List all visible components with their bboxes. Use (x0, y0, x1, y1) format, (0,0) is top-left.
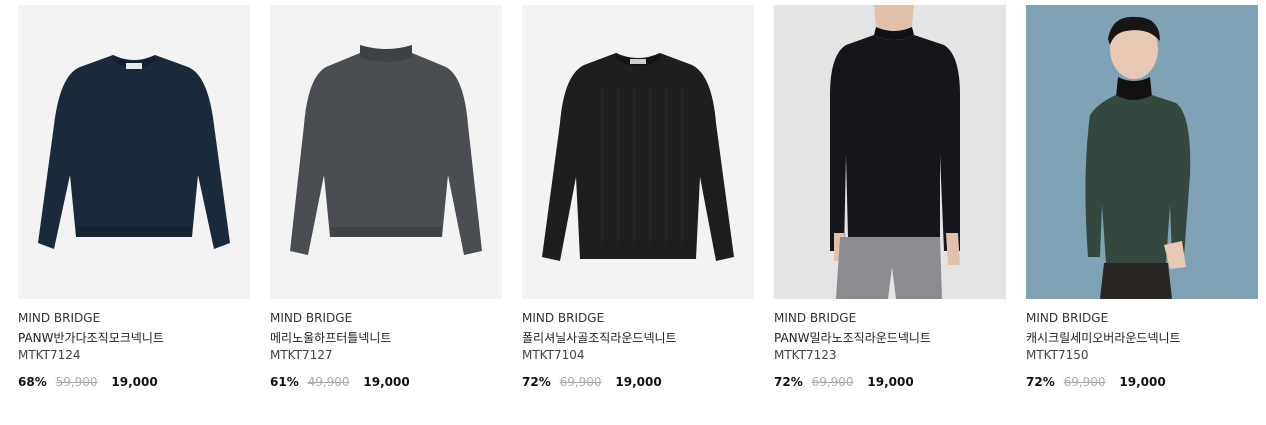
product-card[interactable]: MIND BRIDGE PANW밀라노조직라운드넥니트 MTKT7123 72%… (774, 5, 1006, 405)
product-image[interactable] (522, 5, 754, 299)
price-row: 72% 69,900 19,000 (774, 375, 914, 393)
product-image[interactable] (18, 5, 250, 299)
discount-rate: 68% (18, 375, 47, 389)
product-brand: MIND BRIDGE (270, 311, 353, 325)
discount-rate: 72% (1026, 375, 1055, 389)
product-name[interactable]: 폴리셔닐사골조직라운드넥니트 (522, 329, 677, 346)
product-card[interactable]: MIND BRIDGE 캐시크릴세미오버라운드넥니트 MTKT7150 72% … (1026, 5, 1258, 405)
product-image[interactable] (1026, 5, 1258, 299)
product-brand: MIND BRIDGE (522, 311, 605, 325)
product-card[interactable]: MIND BRIDGE 메리노울하프터틀넥니트 MTKT7127 61% 49,… (270, 5, 502, 405)
product-brand: MIND BRIDGE (18, 311, 101, 325)
sale-price: 19,000 (867, 375, 914, 389)
product-name[interactable]: 메리노울하프터틀넥니트 (270, 329, 391, 346)
product-brand: MIND BRIDGE (1026, 311, 1109, 325)
original-price: 59,900 (55, 375, 98, 389)
discount-rate: 72% (774, 375, 803, 389)
product-code: MTKT7123 (774, 348, 837, 362)
original-price: 69,900 (1063, 375, 1106, 389)
price-row: 72% 69,900 19,000 (522, 375, 662, 393)
original-price: 69,900 (559, 375, 602, 389)
product-card[interactable]: MIND BRIDGE 폴리셔닐사골조직라운드넥니트 MTKT7104 72% … (522, 5, 754, 405)
product-image[interactable] (774, 5, 1006, 299)
product-card[interactable]: MIND BRIDGE PANW반가다조직모크넥니트 MTKT7124 68% … (18, 5, 250, 405)
discount-rate: 72% (522, 375, 551, 389)
sale-price: 19,000 (1119, 375, 1166, 389)
product-code: MTKT7124 (18, 348, 81, 362)
discount-rate: 61% (270, 375, 299, 389)
product-brand: MIND BRIDGE (774, 311, 857, 325)
price-row: 68% 59,900 19,000 (18, 375, 158, 393)
sale-price: 19,000 (363, 375, 410, 389)
product-code: MTKT7127 (270, 348, 333, 362)
product-code: MTKT7104 (522, 348, 585, 362)
original-price: 69,900 (811, 375, 854, 389)
product-code: MTKT7150 (1026, 348, 1089, 362)
sale-price: 19,000 (111, 375, 158, 389)
product-name[interactable]: PANW밀라노조직라운드넥니트 (774, 329, 931, 346)
product-name[interactable]: 캐시크릴세미오버라운드넥니트 (1026, 329, 1181, 346)
product-grid: MIND BRIDGE PANW반가다조직모크넥니트 MTKT7124 68% … (18, 5, 1258, 405)
price-row: 72% 69,900 19,000 (1026, 375, 1166, 393)
product-image[interactable] (270, 5, 502, 299)
original-price: 49,900 (307, 375, 350, 389)
sale-price: 19,000 (615, 375, 662, 389)
product-name[interactable]: PANW반가다조직모크넥니트 (18, 329, 164, 346)
price-row: 61% 49,900 19,000 (270, 375, 410, 393)
